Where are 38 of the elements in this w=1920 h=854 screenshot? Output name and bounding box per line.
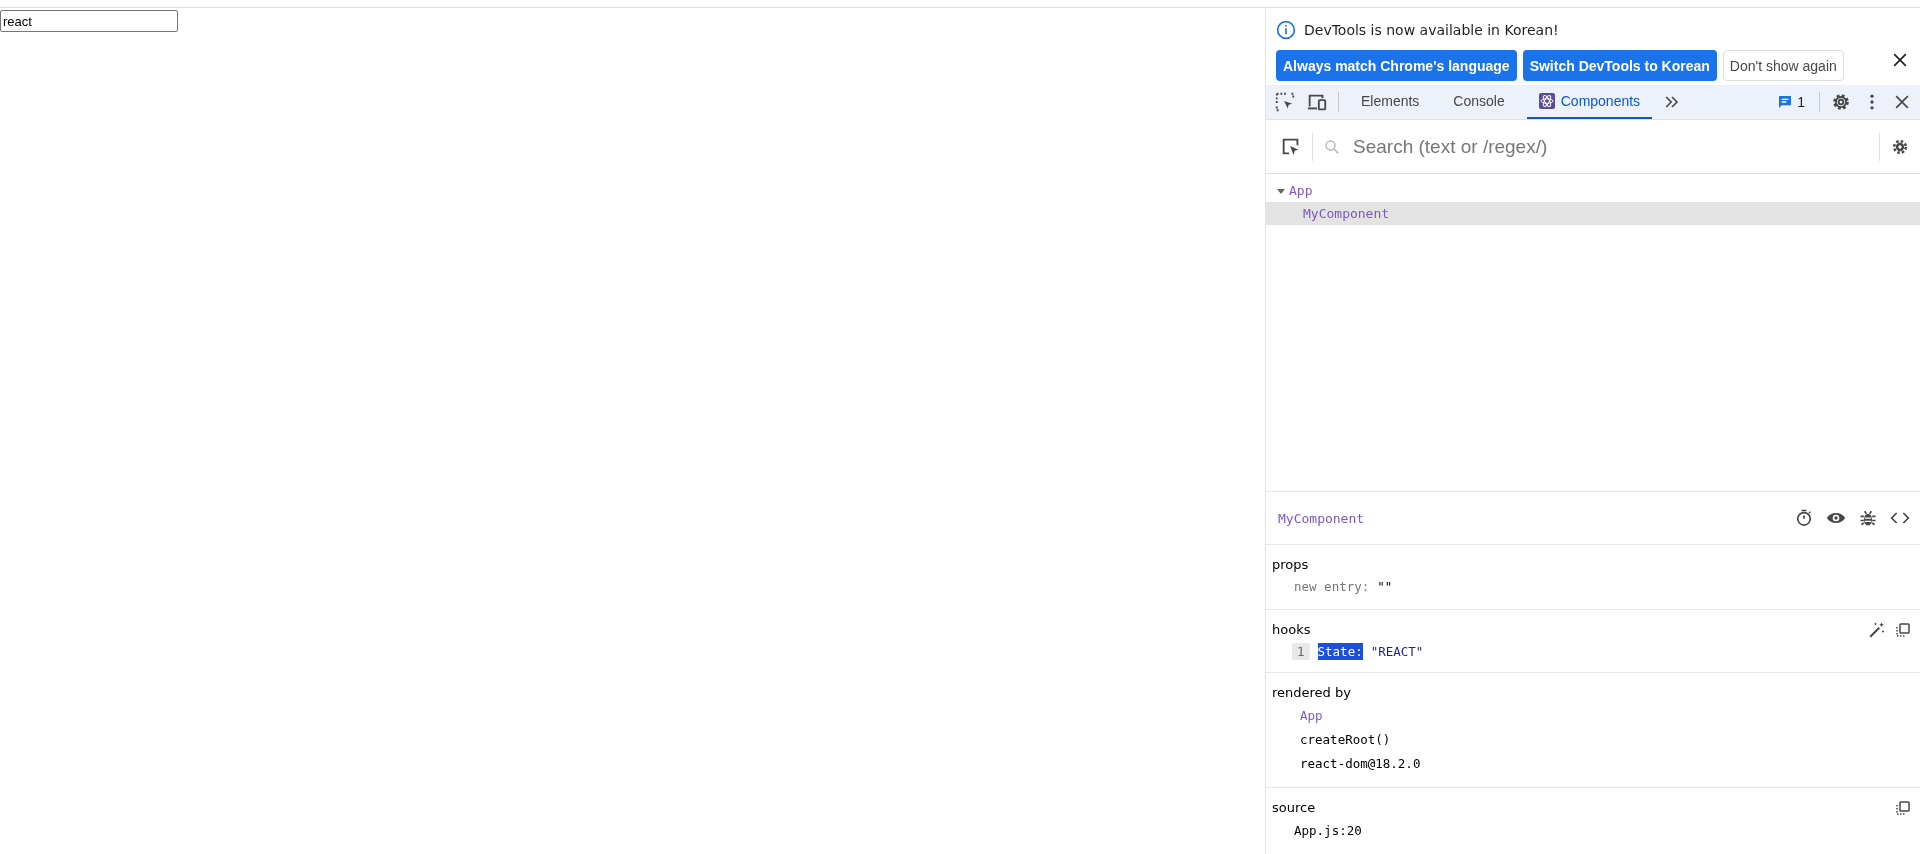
tree-row[interactable]: App: [1266, 179, 1920, 203]
info-message: DevTools is now available in Korean!: [1304, 22, 1559, 38]
section-heading: hooks: [1272, 621, 1311, 639]
hook-value[interactable]: "REACT": [1370, 643, 1424, 659]
renderer-entry[interactable]: App: [1272, 703, 1912, 727]
prop-value[interactable]: "": [1377, 578, 1393, 594]
expand-triangle-icon[interactable]: [1276, 186, 1286, 196]
tree-row[interactable]: MyComponent: [1266, 202, 1920, 226]
component-name: App: [1289, 183, 1313, 199]
stopwatch-icon[interactable]: [1794, 508, 1814, 529]
issues-button[interactable]: 1: [1773, 94, 1809, 110]
hook-index: 1: [1292, 642, 1310, 660]
section-heading: rendered by: [1272, 684, 1352, 702]
magic-wand-icon[interactable]: [1868, 621, 1886, 639]
component-name: MyComponent: [1303, 206, 1390, 222]
settings-icon[interactable]: [1830, 91, 1852, 113]
copy-icon[interactable]: [1894, 799, 1912, 817]
selected-component-name: MyComponent: [1278, 510, 1366, 526]
info-icon: [1276, 20, 1296, 40]
renderer-entry: react-dom@18.2.0: [1299, 754, 1422, 773]
panel-tab[interactable]: Components: [1526, 85, 1653, 119]
prop-key: new entry:: [1294, 578, 1370, 594]
renderer-entry: createRoot(): [1299, 730, 1392, 749]
source-location[interactable]: App.js:20: [1272, 818, 1912, 842]
panel-tab[interactable]: Elements: [1349, 85, 1432, 119]
section-heading: source: [1272, 799, 1316, 817]
copy-icon[interactable]: [1894, 621, 1912, 639]
section-heading: props: [1272, 556, 1310, 574]
hook-name[interactable]: State:: [1317, 642, 1363, 660]
infobar-button[interactable]: Don't show again: [1722, 50, 1844, 81]
message-icon: [1777, 94, 1794, 110]
inspect-element-icon[interactable]: [1274, 91, 1296, 113]
infobar-button[interactable]: Switch DevTools to Korean: [1522, 50, 1717, 81]
infobar-button[interactable]: Always match Chrome's language: [1276, 50, 1517, 81]
text-input[interactable]: react: [0, 10, 178, 32]
search-icon: [1323, 137, 1341, 156]
panel-tab[interactable]: Console: [1441, 85, 1517, 119]
atom-icon: [1538, 93, 1555, 109]
